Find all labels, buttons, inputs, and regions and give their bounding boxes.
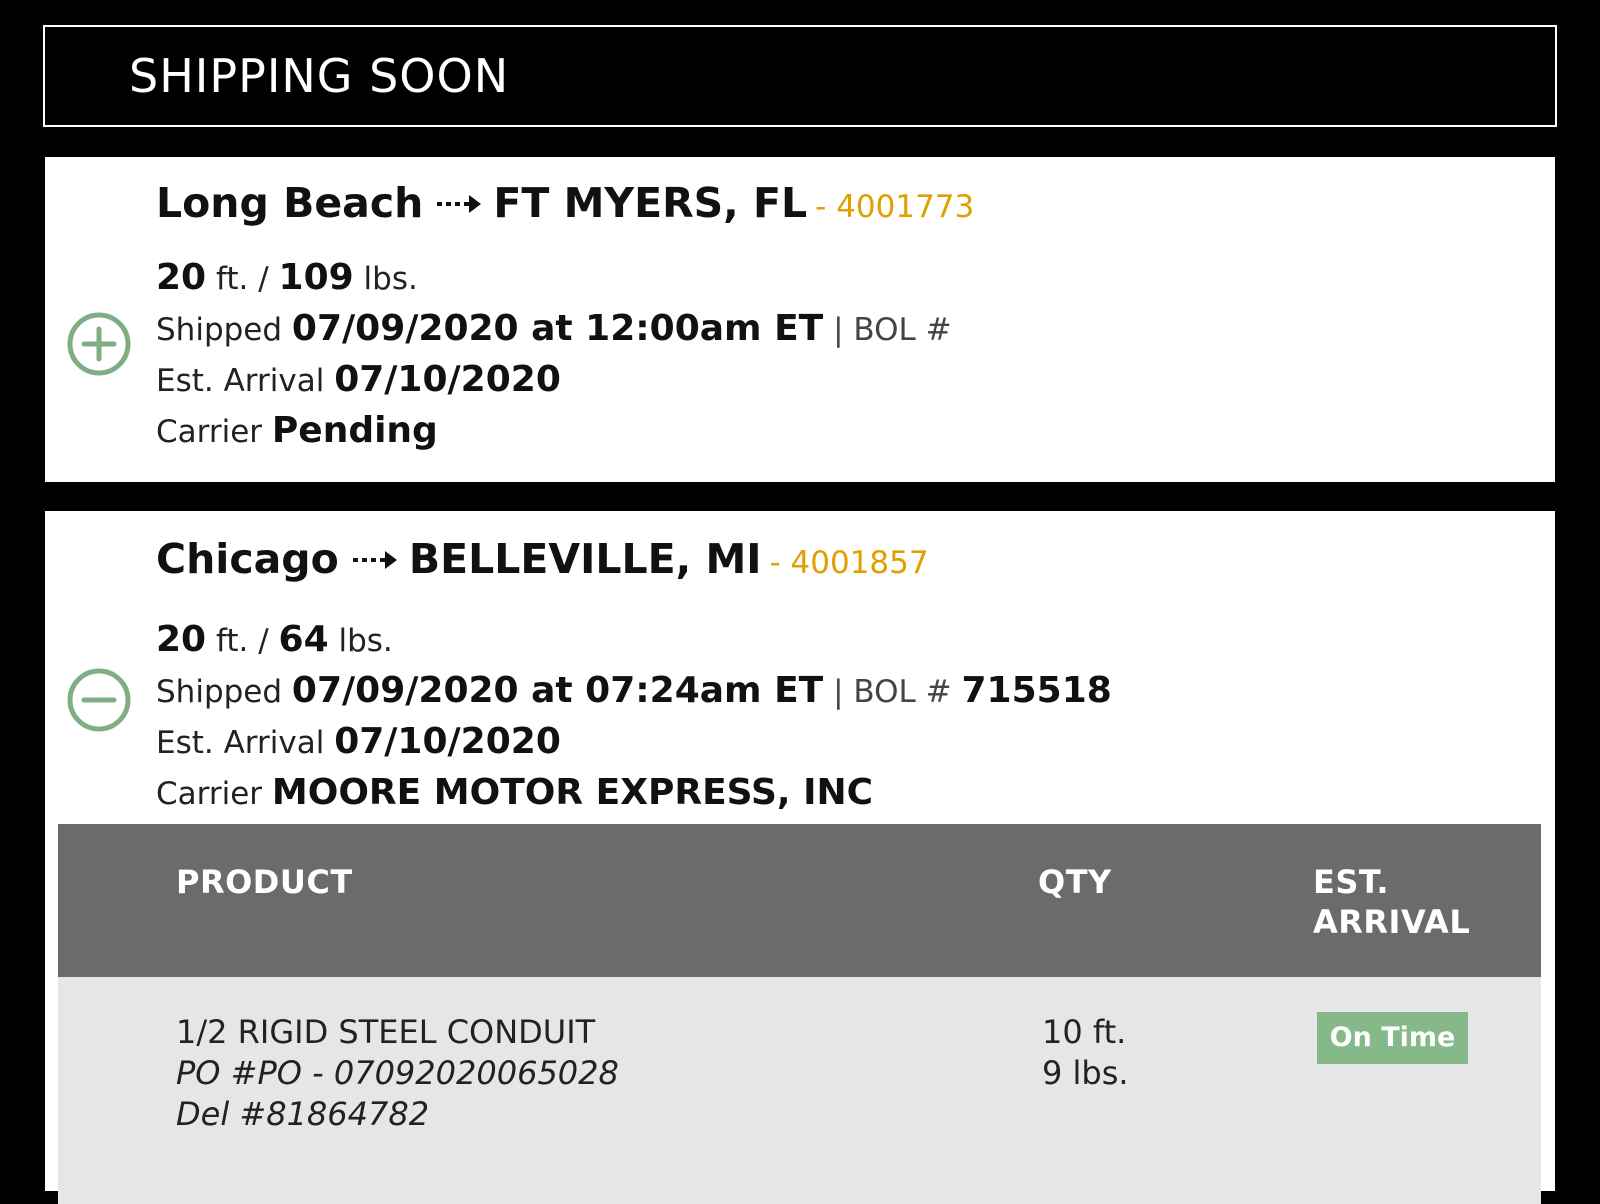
products-table: PRODUCT QTY EST. ARRIVAL 1/2 RIGID STEEL… [58,824,1541,1204]
bol-label: | BOL # [833,312,952,348]
arrival-line: Est. Arrival 07/10/2020 [156,354,952,405]
bol-value: 715518 [961,670,1112,711]
route-destination: FT MYERS, FL [493,179,808,227]
shipped-line: Shipped 07/09/2020 at 07:24am ET | BOL #… [156,665,1112,716]
shipped-value: 07/09/2020 at 12:00am ET [291,308,824,349]
dashed-arrow-icon [351,534,399,582]
length-unit: ft. / [215,623,269,659]
shipment-route: Chicago BELLEVILLE, MI - 4001857 [156,535,929,586]
table-row: 1/2 RIGID STEEL CONDUIT PO #PO - 0709202… [58,977,1541,1204]
shipment-card: Long Beach FT MYERS, FL - 4001773 20 ft. /… [45,157,1555,482]
plus-circle-icon[interactable] [67,312,131,376]
product-cell: 1/2 RIGID STEEL CONDUIT PO #PO - 0709202… [176,1012,619,1135]
qty-length: 10 ft. [1042,1013,1127,1051]
shipped-label: Shipped [156,674,283,710]
column-header-product: PRODUCT [176,863,353,901]
arrival-line: Est. Arrival 07/10/2020 [156,716,1112,767]
size-weight-line: 20 ft. / 109 lbs. [156,252,952,303]
route-origin: Chicago [156,535,339,583]
weight-unit: lbs. [363,261,418,297]
column-header-est-arrival-line1: EST. [1313,863,1390,901]
carrier-value: MOORE MOTOR EXPRESS, INC [271,772,874,813]
qty-cell: 10 ft. 9 lbs. [1042,1012,1129,1094]
weight-unit: lbs. [338,623,393,659]
shipment-card: Chicago BELLEVILLE, MI - 4001857 20 ft. / … [45,511,1555,1204]
section-header: SHIPPING SOON [43,25,1557,127]
column-header-est-arrival-line2: ARRIVAL [1313,903,1471,941]
length-value: 20 [156,257,207,298]
table-body: 1/2 RIGID STEEL CONDUIT PO #PO - 0709202… [58,977,1541,1204]
dashed-arrow-icon [435,178,483,226]
status-badge: On Time [1317,1012,1468,1064]
shipment-route: Long Beach FT MYERS, FL - 4001773 [156,179,974,230]
column-header-qty: QTY [1038,863,1112,901]
shipped-line: Shipped 07/09/2020 at 12:00am ET | BOL # [156,303,952,354]
bol-label: | BOL # [833,674,952,710]
qty-weight: 9 lbs. [1042,1054,1129,1092]
arrival-value: 07/10/2020 [334,721,561,762]
carrier-line: Carrier MOORE MOTOR EXPRESS, INC [156,767,1112,818]
carrier-line: Carrier Pending [156,405,952,456]
arrival-label: Est. Arrival [156,725,325,761]
product-name: 1/2 RIGID STEEL CONDUIT [176,1013,596,1051]
minus-circle-icon[interactable] [67,668,131,732]
length-unit: ft. / [215,261,269,297]
weight-value: 109 [278,257,354,298]
size-weight-line: 20 ft. / 64 lbs. [156,614,1112,665]
carrier-label: Carrier [156,414,263,450]
po-number: PO #PO - 07092020065028 [176,1054,619,1092]
arrival-value: 07/10/2020 [334,359,561,400]
weight-value: 64 [278,619,329,660]
carrier-value: Pending [271,410,438,451]
shipment-details: 20 ft. / 109 lbs. Shipped 07/09/2020 at … [156,252,952,456]
carrier-label: Carrier [156,776,263,812]
route-origin: Long Beach [156,179,424,227]
shipped-label: Shipped [156,312,283,348]
arrival-label: Est. Arrival [156,363,325,399]
shipment-details: 20 ft. / 64 lbs. Shipped 07/09/2020 at 0… [156,614,1112,818]
section-title: SHIPPING SOON [129,49,510,103]
column-header-est-arrival: EST. ARRIVAL [1313,862,1470,942]
table-header: PRODUCT QTY EST. ARRIVAL [58,824,1541,977]
route-destination: BELLEVILLE, MI [408,535,762,583]
length-value: 20 [156,619,207,660]
delivery-number: Del #81864782 [176,1095,430,1133]
order-number[interactable]: - 4001857 [770,545,929,581]
shipped-value: 07/09/2020 at 07:24am ET [291,670,824,711]
order-number[interactable]: - 4001773 [815,189,974,225]
